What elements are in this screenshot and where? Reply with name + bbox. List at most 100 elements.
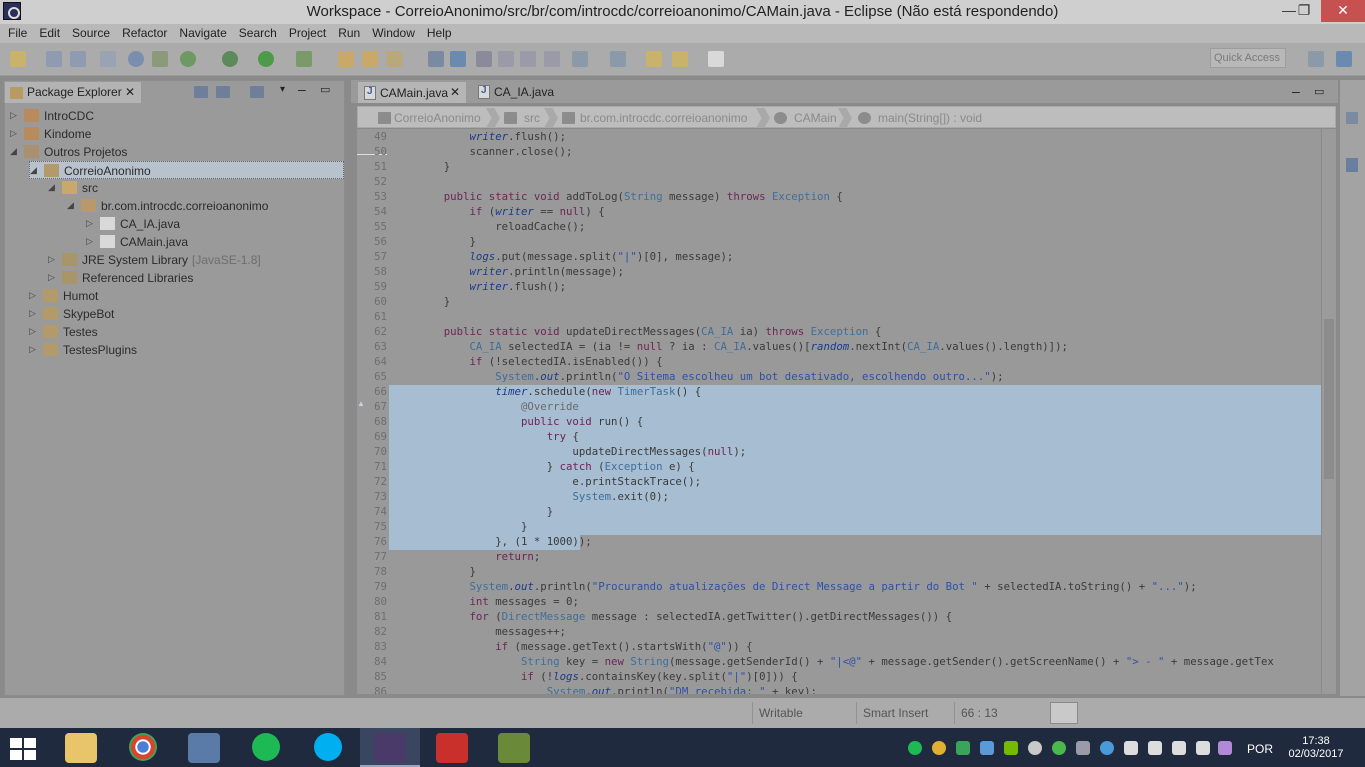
- dropbox-tray-icon[interactable]: [980, 741, 994, 755]
- filezilla-taskbar-icon[interactable]: [422, 728, 482, 767]
- forward-icon[interactable]: [672, 51, 688, 67]
- maximize-view-icon[interactable]: ▭: [320, 83, 330, 96]
- mark-occurrences-icon[interactable]: [476, 51, 492, 67]
- debug-icon[interactable]: [222, 51, 238, 67]
- quick-access-field[interactable]: Quick Access: [1210, 48, 1286, 68]
- menu-file[interactable]: File: [2, 24, 33, 43]
- build-icon[interactable]: [152, 51, 168, 67]
- maximize-button[interactable]: ❐: [1288, 0, 1320, 22]
- expand-icon[interactable]: ▷: [29, 326, 39, 337]
- onedrive-tray-icon[interactable]: [1028, 741, 1042, 755]
- security-tray-icon[interactable]: [956, 741, 970, 755]
- menu-edit[interactable]: Edit: [33, 24, 66, 43]
- collapse-all-icon[interactable]: [194, 86, 208, 98]
- nvidia-tray-icon[interactable]: [1004, 741, 1018, 755]
- breadcrumb-item-class[interactable]: CAMain: [794, 111, 837, 125]
- collapse-icon[interactable]: ◢: [48, 182, 58, 193]
- back-icon[interactable]: [646, 51, 662, 67]
- spotify-tray-icon[interactable]: [908, 741, 922, 755]
- menu-refactor[interactable]: Refactor: [116, 24, 173, 43]
- collapse-icon[interactable]: ◢: [30, 165, 40, 176]
- app-tray-icon[interactable]: [1052, 741, 1066, 755]
- code-editor[interactable]: ▲ 49 writer.flush(); 50 scanner.close(); 5…: [357, 129, 1321, 694]
- file-explorer-taskbar-icon[interactable]: [51, 728, 111, 767]
- chrome-taskbar-icon[interactable]: [113, 728, 173, 767]
- minecraft-taskbar-icon[interactable]: [484, 728, 544, 767]
- open-type-icon[interactable]: [428, 51, 444, 67]
- expand-icon[interactable]: ▷: [48, 272, 58, 283]
- spotify-taskbar-icon[interactable]: [236, 728, 296, 767]
- start-button[interactable]: [10, 738, 38, 760]
- steam-tray-icon[interactable]: [1076, 741, 1090, 755]
- clock[interactable]: 17:38 02/03/2017: [1286, 735, 1346, 761]
- open-perspective-icon[interactable]: [1308, 51, 1324, 67]
- network-taskbar-icon[interactable]: [174, 728, 234, 767]
- expand-icon[interactable]: ▷: [29, 344, 39, 355]
- new-package-icon[interactable]: [362, 51, 378, 67]
- package-explorer-tab[interactable]: Package Explorer ✕: [4, 81, 142, 103]
- tree-item[interactable]: ▷ TestesPlugins: [29, 341, 344, 359]
- minimize-view-icon[interactable]: –: [298, 81, 306, 97]
- word-wrap-icon[interactable]: [498, 51, 514, 67]
- last-edit-icon[interactable]: [610, 51, 626, 67]
- tree-item[interactable]: ▷ JRE System Library [JavaSE-1.8]: [48, 251, 344, 269]
- new-icon[interactable]: [10, 51, 26, 67]
- breadcrumb-item-package[interactable]: br.com.introcdc.correioanonimo: [580, 111, 747, 125]
- expand-icon[interactable]: ▷: [29, 290, 39, 301]
- minimize-editor-icon[interactable]: –: [1292, 83, 1300, 99]
- volume-tray-icon[interactable]: [1172, 741, 1186, 755]
- printer-tray-icon[interactable]: [1196, 741, 1210, 755]
- expand-icon[interactable]: ▷: [29, 308, 39, 319]
- pen-tray-icon[interactable]: [1218, 741, 1232, 755]
- tree-item[interactable]: ◢ CorreioAnonimo: [29, 161, 344, 179]
- tree-item[interactable]: ◢ br.com.introcdc.correioanonimo: [67, 197, 344, 215]
- scrollbar-thumb[interactable]: [1324, 319, 1334, 479]
- expand-icon[interactable]: ▷: [10, 128, 20, 139]
- flag-tray-icon[interactable]: [1124, 741, 1138, 755]
- save-icon[interactable]: [46, 51, 62, 67]
- close-button[interactable]: ✕: [1321, 0, 1365, 22]
- eclipse-taskbar-icon[interactable]: [360, 728, 420, 767]
- java-perspective-icon[interactable]: [1336, 51, 1352, 67]
- new-class-icon[interactable]: [386, 51, 402, 67]
- tree-item[interactable]: ▷ CA_IA.java: [86, 215, 344, 233]
- show-whitespace-icon[interactable]: [544, 51, 560, 67]
- expand-icon[interactable]: ▷: [48, 254, 58, 265]
- outline-icon[interactable]: [1346, 112, 1358, 124]
- block-selection-icon[interactable]: [520, 51, 536, 67]
- tab-camain[interactable]: CAMain.java ✕: [357, 81, 467, 103]
- collapse-icon[interactable]: ◢: [67, 200, 77, 211]
- tree-item[interactable]: ◢ Outros Projetos: [10, 143, 344, 161]
- teamspeak-tray-icon[interactable]: [1100, 741, 1114, 755]
- skype-taskbar-icon[interactable]: [298, 728, 358, 767]
- run-icon[interactable]: [258, 51, 274, 67]
- breadcrumb-item-src[interactable]: src: [524, 111, 540, 125]
- task-list-icon[interactable]: [1346, 158, 1358, 172]
- editor-scrollbar[interactable]: [1322, 129, 1336, 694]
- menu-search[interactable]: Search: [233, 24, 283, 43]
- focus-icon[interactable]: [250, 86, 264, 98]
- tab-ca-ia[interactable]: CA_IA.java: [472, 81, 562, 103]
- tree-item[interactable]: ▷ SkypeBot: [29, 305, 344, 323]
- search-icon[interactable]: [450, 51, 466, 67]
- breadcrumb-item-method[interactable]: main(String[]) : void: [878, 111, 982, 125]
- menu-navigate[interactable]: Navigate: [173, 24, 232, 43]
- next-annotation-icon[interactable]: [572, 51, 588, 67]
- menu-window[interactable]: Window: [366, 24, 421, 43]
- tree-item[interactable]: ▷ IntroCDC: [10, 107, 344, 125]
- tree-item[interactable]: ▷ Kindome: [10, 125, 344, 143]
- tree-item[interactable]: ◢ src: [48, 179, 344, 197]
- language-indicator[interactable]: POR: [1247, 742, 1273, 756]
- refresh-icon[interactable]: [180, 51, 196, 67]
- new-java-project-icon[interactable]: [338, 51, 354, 67]
- maximize-editor-icon[interactable]: ▭: [1314, 85, 1324, 98]
- expand-icon[interactable]: ▷: [10, 110, 20, 121]
- skip-breakpoints-icon[interactable]: [128, 51, 144, 67]
- menu-run[interactable]: Run: [332, 24, 366, 43]
- link-with-editor-icon[interactable]: [216, 86, 230, 98]
- external-tools-icon[interactable]: [296, 51, 312, 67]
- pin-editor-icon[interactable]: [708, 51, 724, 67]
- menu-help[interactable]: Help: [421, 24, 458, 43]
- tree-item[interactable]: ▷ Testes: [29, 323, 344, 341]
- console-icon[interactable]: [100, 51, 116, 67]
